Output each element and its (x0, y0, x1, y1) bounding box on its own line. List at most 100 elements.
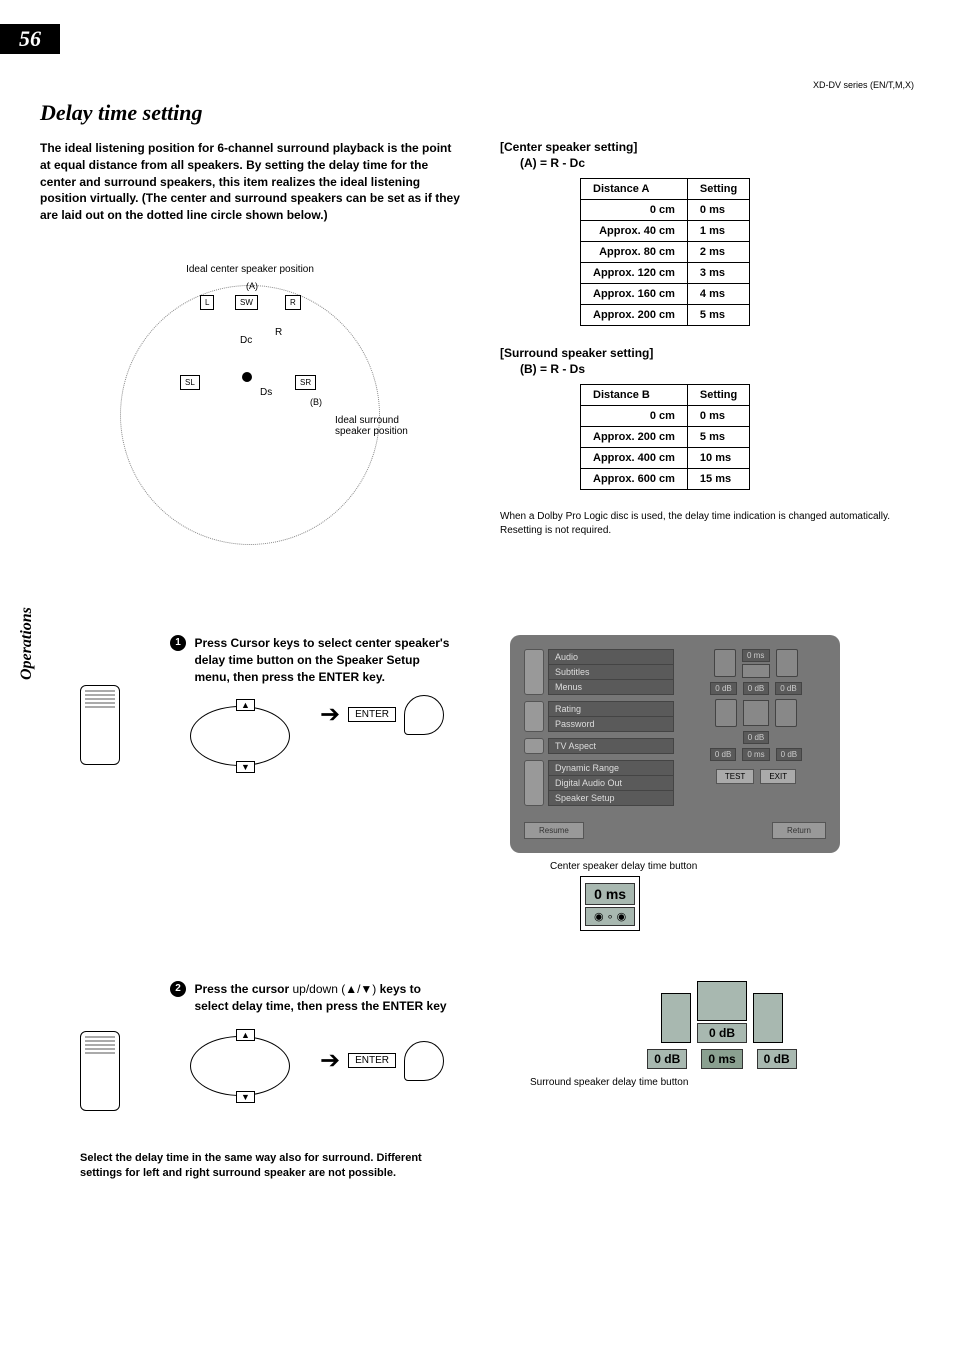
remote-control-icon (80, 1031, 120, 1111)
table-row: Approx. 120 cm3 ms (581, 263, 750, 284)
speaker-r-icon: R (285, 295, 301, 310)
listener-icon (242, 372, 252, 382)
step-badge-2: 2 (170, 981, 186, 997)
speaker-l-icon: L (200, 295, 214, 310)
table-header-distance-b: Distance B (581, 385, 688, 406)
cursor-pad-icon: ▲ ▼ (190, 1031, 310, 1101)
remote-control-icon (80, 685, 120, 765)
intro-paragraph: The ideal listening position for 6-chann… (40, 140, 460, 224)
step2-text: Press the cursor up/down (▲/▼) keys to s… (194, 981, 454, 1015)
tv-icon (524, 738, 544, 754)
distance-r-label: R (275, 327, 282, 338)
return-button[interactable]: Return (772, 822, 826, 839)
sl-db-value: 0 dB (647, 1049, 687, 1069)
table-row: Approx. 80 cm2 ms (581, 242, 750, 263)
osd-item-tvaspect[interactable]: TV Aspect (548, 738, 674, 754)
caption-center-delay: Center speaker delay time button (550, 861, 914, 872)
cursor-pad-icon: ▲ ▼ (190, 701, 310, 771)
press-thumb-icon (404, 695, 444, 735)
arrow-right-icon: ➔ (320, 1046, 340, 1075)
exit-button[interactable]: EXIT (760, 769, 796, 784)
osd-item-speakersetup[interactable]: Speaker Setup (548, 791, 674, 806)
osd-item-menus[interactable]: Menus (548, 680, 674, 695)
surround-formula: (B) = R - Ds (520, 362, 914, 376)
press-thumb-icon (404, 1041, 444, 1081)
speaker-layout-diagram: Ideal center speaker position L SW R (A)… (40, 264, 460, 555)
sr-db-value: 0 dB (757, 1049, 797, 1069)
speaker-sr-icon: SR (295, 375, 316, 390)
surround-left-icon (661, 993, 691, 1043)
osd-item-audio[interactable]: Audio (548, 649, 674, 665)
surround-delay-table: Distance B Setting 0 cm0 ms Approx. 200 … (580, 384, 750, 490)
surround-delay-value: 0 ms (701, 1049, 742, 1069)
front-l-icon (714, 649, 736, 677)
enter-key-label: ENTER (348, 707, 396, 722)
center-speaker-heading: [Center speaker setting] (500, 140, 914, 154)
step-badge-1: 1 (170, 635, 186, 651)
fr-db[interactable]: 0 dB (775, 682, 801, 695)
table-header-distance-a: Distance A (581, 179, 688, 200)
page-number-tab: 56 (0, 24, 60, 54)
table-header-setting: Setting (687, 179, 749, 200)
sub-r-icon (775, 699, 797, 727)
speaker-sl-icon: SL (180, 375, 200, 390)
center-delay-table: Distance A Setting 0 cm0 ms Approx. 40 c… (580, 178, 750, 326)
table-row: Approx. 40 cm1 ms (581, 221, 750, 242)
resume-button[interactable]: Resume (524, 822, 584, 839)
osd-item-subtitles[interactable]: Subtitles (548, 665, 674, 680)
bottom-note: Select the delay time in the same way al… (80, 1151, 460, 1182)
subwoofer-icon (743, 700, 769, 726)
center-delay-closeup: 0 ms ◉ ∘ ◉ (580, 876, 640, 931)
distance-b-label: (B) (310, 397, 322, 407)
table-row: Approx. 160 cm4 ms (581, 284, 750, 305)
surround-delay-button[interactable]: 0 ms (742, 748, 769, 761)
arrow-right-icon: ➔ (320, 700, 340, 729)
enter-key-label: ENTER (348, 1053, 396, 1068)
sl-db[interactable]: 0 dB (710, 748, 736, 761)
surround-right-icon (753, 993, 783, 1043)
osd-item-rating[interactable]: Rating (548, 701, 674, 717)
table-row: Approx. 200 cm5 ms (581, 427, 750, 448)
table-row: Approx. 400 cm10 ms (581, 448, 750, 469)
dolby-note: When a Dolby Pro Logic disc is used, the… (500, 510, 914, 538)
c-db[interactable]: 0 dB (743, 682, 769, 695)
subwoofer-closeup-icon (697, 981, 747, 1021)
center-speaker-glyph: ◉ ∘ ◉ (585, 907, 635, 926)
distance-a-label: (A) (246, 281, 258, 291)
center-delay-value: 0 ms (585, 883, 635, 905)
distance-ds-label: Ds (260, 387, 272, 398)
ideal-center-label: Ideal center speaker position (40, 264, 460, 275)
section-title: Delay time setting (40, 100, 914, 126)
table-row: Approx. 200 cm5 ms (581, 305, 750, 326)
test-button[interactable]: TEST (716, 769, 754, 784)
lock-icon (524, 701, 544, 732)
step1-text: Press Cursor keys to select center speak… (194, 635, 454, 685)
center-speaker-icon (742, 664, 770, 678)
osd-setup-menu: Audio Subtitles Menus Rating Password TV… (510, 635, 840, 853)
sub-l-icon (715, 699, 737, 727)
speaker-icon (524, 760, 544, 806)
sw-db[interactable]: 0 dB (743, 731, 769, 744)
surround-delay-closeup: 0 dB 0 dB 0 ms 0 dB (530, 981, 914, 1069)
osd-item-dynrange[interactable]: Dynamic Range (548, 760, 674, 776)
table-header-setting: Setting (687, 385, 749, 406)
sr-db[interactable]: 0 dB (776, 748, 802, 761)
table-row: Approx. 600 cm15 ms (581, 469, 750, 490)
osd-item-digaudio[interactable]: Digital Audio Out (548, 776, 674, 791)
ideal-surround-label: Ideal surround speaker position (335, 415, 425, 437)
side-section-label: Operations (18, 607, 36, 680)
front-r-icon (776, 649, 798, 677)
header-model-code: XD-DV series (EN/T,M,X) (813, 80, 914, 90)
table-row: 0 cm0 ms (581, 406, 750, 427)
speaker-sw-icon: SW (235, 295, 258, 310)
fl-db[interactable]: 0 dB (710, 682, 736, 695)
center-delay-button[interactable]: 0 ms (742, 649, 770, 662)
sw-db-value: 0 dB (697, 1023, 747, 1043)
osd-item-password[interactable]: Password (548, 717, 674, 732)
globe-icon (524, 649, 544, 695)
table-row: 0 cm0 ms (581, 200, 750, 221)
surround-speaker-heading: [Surround speaker setting] (500, 346, 914, 360)
center-formula: (A) = R - Dc (520, 156, 914, 170)
distance-dc-label: Dc (240, 335, 252, 346)
caption-surround-delay: Surround speaker delay time button (530, 1077, 914, 1088)
